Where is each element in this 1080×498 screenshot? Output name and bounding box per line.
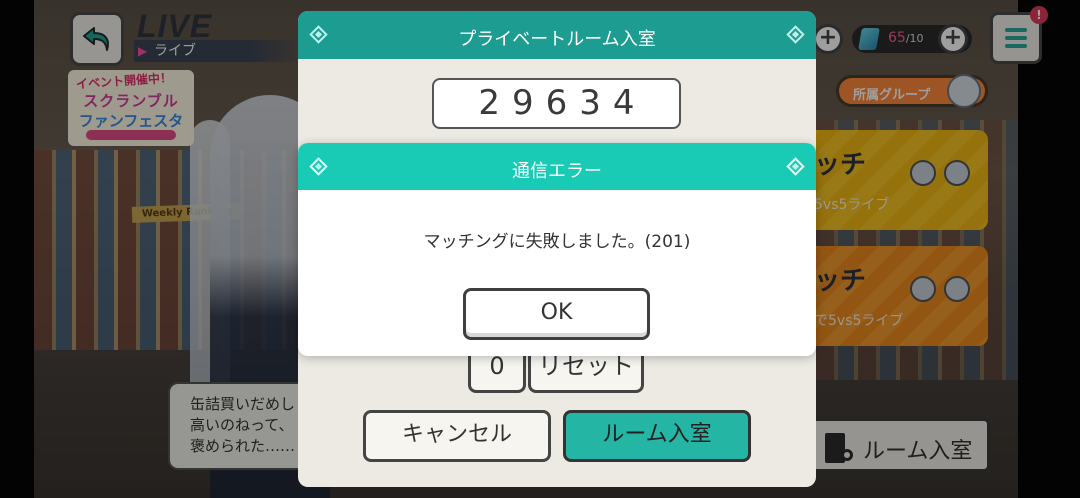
- error-modal-title: 通信エラー: [512, 161, 602, 182]
- room-code-field[interactable]: 29634: [432, 78, 681, 129]
- error-message: マッチングに失敗しました。(201): [423, 232, 691, 252]
- private-room-header: プライベートルーム入室: [298, 11, 816, 59]
- cancel-button[interactable]: キャンセル: [363, 410, 551, 462]
- error-modal: 通信エラー マッチングに失敗しました。(201) OK: [298, 143, 816, 356]
- ok-button[interactable]: OK: [463, 288, 650, 340]
- private-room-title: プライベートルーム入室: [458, 29, 656, 50]
- room-enter-button[interactable]: ルーム入室: [563, 410, 751, 462]
- error-modal-header: 通信エラー: [298, 143, 816, 190]
